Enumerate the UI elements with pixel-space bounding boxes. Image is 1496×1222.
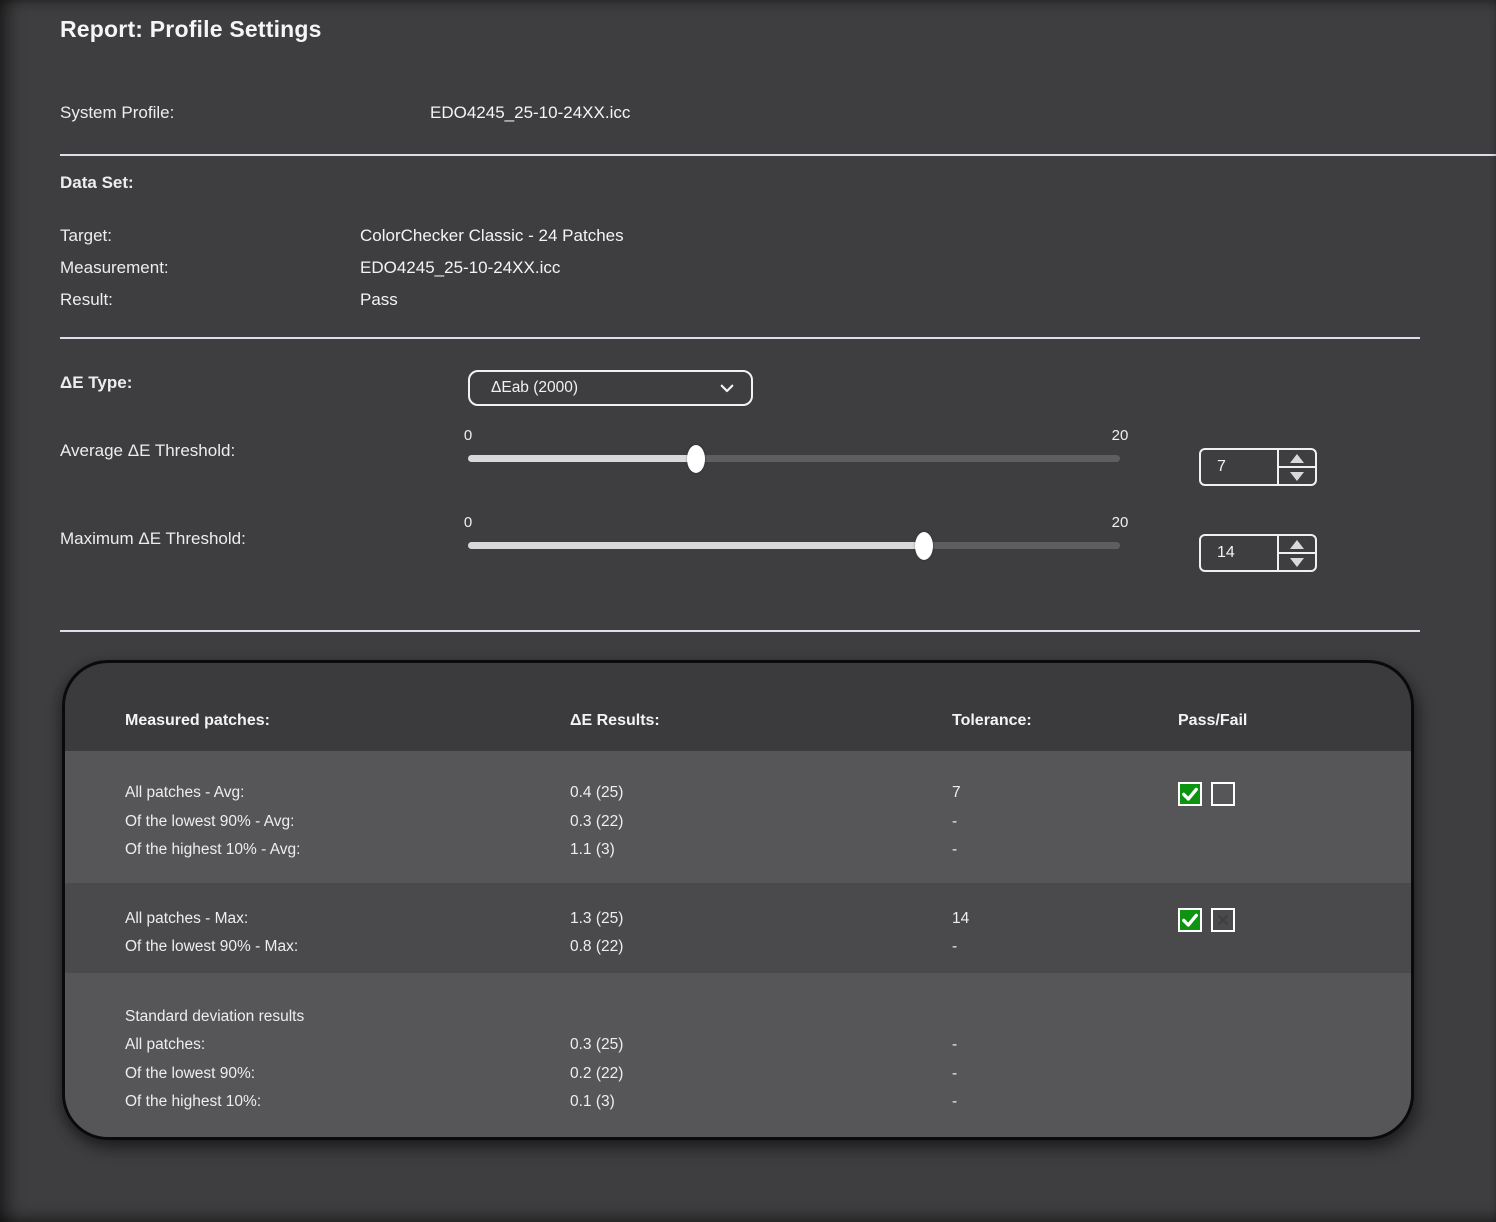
system-profile-value: EDO4245_25-10-24XX.icc: [430, 103, 630, 123]
row-de-value: 0.2 (22): [570, 1065, 623, 1083]
row-label: All patches - Avg:: [125, 784, 244, 802]
arrow-down-icon: [1290, 472, 1304, 481]
slider-track[interactable]: [468, 455, 1120, 462]
de-type-selected: ΔEab (2000): [470, 379, 718, 397]
result-label: Result:: [60, 290, 113, 310]
checkmark-icon: [1180, 910, 1200, 930]
divider-top: [60, 154, 1496, 156]
max-spinner-up-button[interactable]: [1279, 536, 1315, 554]
row-tolerance-value: 7: [952, 784, 961, 802]
arrow-up-icon: [1290, 540, 1304, 549]
de-type-dropdown[interactable]: ΔEab (2000): [468, 370, 753, 406]
fail-checkbox[interactable]: [1211, 908, 1235, 932]
row-label: All patches - Max:: [125, 910, 248, 928]
row-label: Of the highest 10% - Avg:: [125, 841, 301, 859]
slider-fill: [468, 542, 924, 549]
arrow-down-icon: [1290, 558, 1304, 567]
row-label: Of the lowest 90% - Avg:: [125, 813, 294, 831]
max-spinner-down-button[interactable]: [1279, 554, 1315, 570]
results-panel: Measured patches: ΔE Results: Tolerance:…: [62, 660, 1414, 1140]
row-label: Of the lowest 90% - Max:: [125, 938, 298, 956]
pass-checkbox[interactable]: [1178, 908, 1202, 932]
slider-thumb[interactable]: [915, 532, 933, 560]
arrow-up-icon: [1290, 454, 1304, 463]
divider-thresholds: [60, 630, 1420, 632]
row-de-value: 0.8 (22): [570, 938, 623, 956]
avg-spinner-up-button[interactable]: [1279, 450, 1315, 468]
slider-min-label: 0: [464, 427, 472, 444]
slider-min-label: 0: [464, 514, 472, 531]
column-header-de-results: ΔE Results:: [570, 712, 660, 730]
slider-max-label: 20: [1112, 514, 1129, 531]
max-threshold-spinner: 14: [1199, 534, 1317, 572]
row-tolerance-value: -: [952, 1093, 957, 1111]
checkmark-icon: [1180, 784, 1200, 804]
slider-max-label: 20: [1112, 427, 1129, 444]
max-threshold-value[interactable]: 14: [1201, 536, 1277, 570]
target-label: Target:: [60, 226, 112, 246]
measurement-value: EDO4245_25-10-24XX.icc: [360, 258, 560, 278]
page-title: Report: Profile Settings: [60, 16, 322, 43]
row-tolerance-value: -: [952, 938, 957, 956]
system-profile-label: System Profile:: [60, 103, 174, 123]
row-de-value: 0.1 (3): [570, 1093, 615, 1111]
pass-checkbox[interactable]: [1178, 782, 1202, 806]
target-value: ColorChecker Classic - 24 Patches: [360, 226, 624, 246]
avg-threshold-spinner: 7: [1199, 448, 1317, 486]
slider-fill: [468, 455, 696, 462]
column-header-measured: Measured patches:: [125, 712, 270, 730]
data-set-heading: Data Set:: [60, 173, 134, 193]
slider-thumb[interactable]: [687, 445, 705, 473]
row-label: Of the lowest 90%:: [125, 1065, 255, 1083]
row-label: Of the highest 10%:: [125, 1093, 261, 1111]
row-de-value: 1.1 (3): [570, 841, 615, 859]
row-group-stddev-background: [65, 973, 1411, 1140]
result-value: Pass: [360, 290, 398, 310]
row-tolerance-value: -: [952, 1065, 957, 1083]
avg-threshold-value[interactable]: 7: [1201, 450, 1277, 484]
chevron-down-icon: [718, 379, 736, 397]
x-mark-icon: [1215, 912, 1231, 928]
avg-threshold-label: Average ΔE Threshold:: [60, 441, 235, 461]
divider-dataset: [60, 337, 1420, 339]
measurement-label: Measurement:: [60, 258, 169, 278]
max-threshold-label: Maximum ΔE Threshold:: [60, 529, 246, 549]
row-tolerance-value: -: [952, 841, 957, 859]
fail-checkbox[interactable]: [1211, 782, 1235, 806]
avg-spinner-down-button[interactable]: [1279, 468, 1315, 484]
row-de-value: 0.3 (22): [570, 813, 623, 831]
stddev-subheading: Standard deviation results: [125, 1008, 304, 1026]
avg-threshold-slider[interactable]: 0 20: [468, 427, 1120, 487]
row-tolerance-value: -: [952, 813, 957, 831]
row-de-value: 0.3 (25): [570, 1036, 623, 1054]
max-pass-fail-checkboxes: [1178, 908, 1235, 932]
slider-track[interactable]: [468, 542, 1120, 549]
column-header-tolerance: Tolerance:: [952, 712, 1032, 730]
row-de-value: 0.4 (25): [570, 784, 623, 802]
row-tolerance-value: 14: [952, 910, 969, 928]
de-type-label: ΔE Type:: [60, 373, 132, 393]
row-de-value: 1.3 (25): [570, 910, 623, 928]
column-header-pass-fail: Pass/Fail: [1178, 712, 1247, 730]
avg-pass-fail-checkboxes: [1178, 782, 1235, 806]
max-threshold-slider[interactable]: 0 20: [468, 514, 1120, 574]
row-label: All patches:: [125, 1036, 205, 1054]
row-tolerance-value: -: [952, 1036, 957, 1054]
